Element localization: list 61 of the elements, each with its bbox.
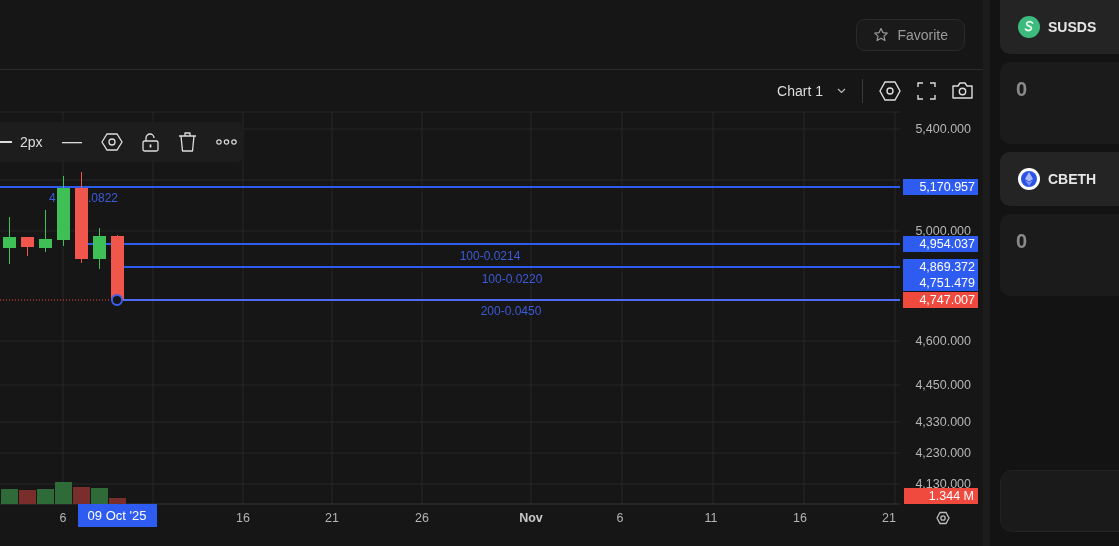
time-axis-label: 21 <box>882 511 896 525</box>
candle <box>111 234 124 301</box>
star-icon <box>873 26 890 43</box>
candle <box>57 175 70 247</box>
time-axis-label: 6 <box>59 511 67 525</box>
line-label: 100-0.0220 <box>481 272 543 286</box>
price-axis-label: 5,400.000 <box>915 122 971 136</box>
line-label: 200-0.0450 <box>480 304 542 318</box>
volume-bar <box>1 489 18 504</box>
caret-icon <box>837 87 846 94</box>
asset-symbol: CBETH <box>1048 171 1097 187</box>
time-axis-label: 16 <box>793 511 807 525</box>
date-tag: 09 Oct '25 <box>78 504 157 527</box>
more-icon[interactable] <box>215 139 237 145</box>
trash-icon[interactable] <box>177 132 197 152</box>
line-style-icon[interactable] <box>0 140 12 144</box>
candle <box>21 236 34 257</box>
line-width-label[interactable]: 2px <box>20 134 43 150</box>
price-axis-label: 4,450.000 <box>915 378 971 392</box>
asset-symbol: SUSDS <box>1048 19 1097 35</box>
time-axis-label: 21 <box>325 511 339 525</box>
price-tag: 4,747.007 <box>903 292 978 308</box>
price-axis-label: 5,000.000 <box>915 224 971 238</box>
price-tag: 4,954.037 <box>903 236 978 252</box>
volume-tag: 1.344 M <box>904 488 978 504</box>
line-label: .0822 <box>88 191 119 205</box>
asset-header[interactable]: SUSDS <box>1000 0 1119 54</box>
line-style-icon[interactable] <box>61 140 82 144</box>
settings-icon[interactable] <box>100 133 123 151</box>
settings-icon[interactable] <box>936 511 950 525</box>
balance-value: 0 <box>1016 230 1028 252</box>
volume-bar <box>19 490 36 504</box>
chart-selector[interactable]: Chart 1 <box>777 82 846 99</box>
ethereum-icon <box>1018 168 1040 190</box>
anchor-handle[interactable] <box>111 294 123 306</box>
candle <box>93 227 106 270</box>
fullscreen-icon[interactable] <box>917 81 936 100</box>
line-label: 4 <box>49 191 56 205</box>
time-axis-label: 6 <box>616 511 624 525</box>
time-axis-label: 11 <box>704 511 718 525</box>
price-axis-label: 4,600.000 <box>915 334 971 348</box>
price-tag: 4,869.372 <box>903 259 978 275</box>
balance-value: 0 <box>1016 78 1028 100</box>
time-axis-label: 26 <box>415 511 429 525</box>
line-label: 100-0.0214 <box>459 249 521 263</box>
candle <box>3 216 16 265</box>
time-axis-label: Nov <box>519 511 543 525</box>
favorite-button[interactable]: Favorite <box>856 18 965 51</box>
asset-header[interactable]: CBETH <box>1000 152 1119 206</box>
price-tag: 4,751.479 <box>903 275 978 291</box>
price-axis-label: 4,330.000 <box>915 415 971 429</box>
settings-icon[interactable] <box>879 80 901 101</box>
camera-icon[interactable] <box>952 82 973 99</box>
price-tag: 5,170.957 <box>903 179 978 195</box>
price-axis-label: 4,130.000 <box>915 477 971 491</box>
volume-bar <box>73 487 90 504</box>
time-axis-label: 16 <box>236 511 250 525</box>
candle <box>39 209 52 253</box>
unlock-icon[interactable] <box>141 132 159 152</box>
price-axis-label: 4,230.000 <box>915 446 971 460</box>
coin-icon <box>1018 16 1040 38</box>
